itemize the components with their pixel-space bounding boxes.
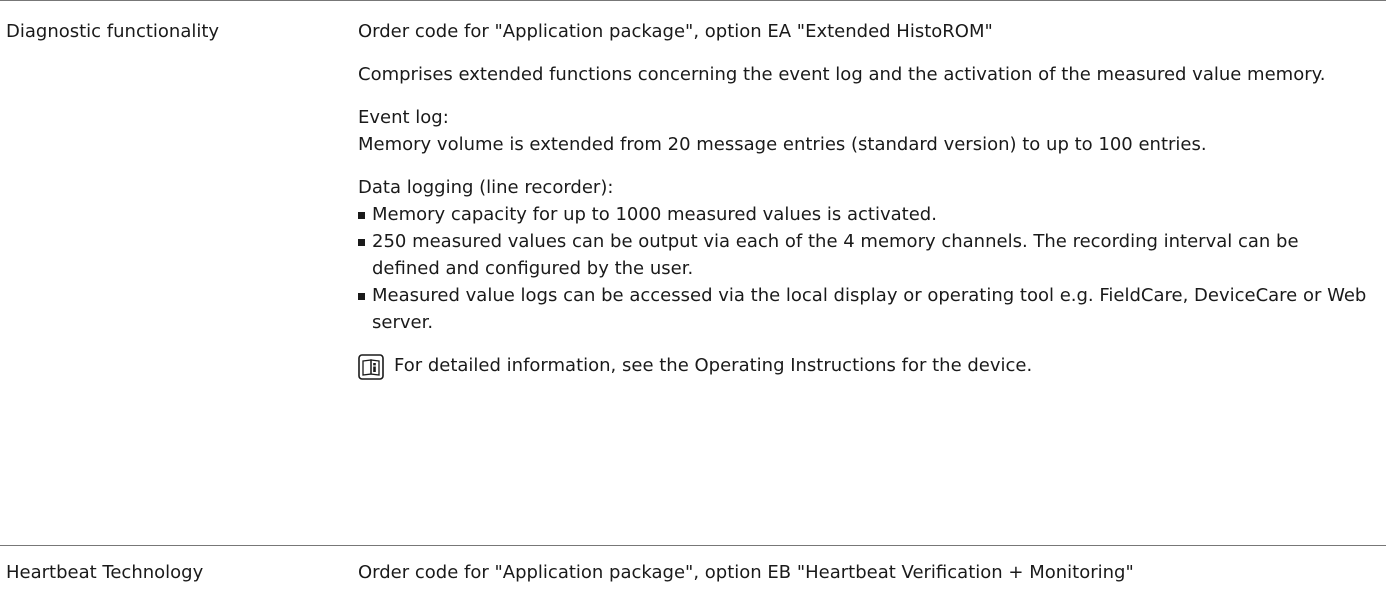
note-text: For detailed information, see the Operat… [394,355,1033,376]
order-code-text: Order code for "Application package", op… [358,21,993,42]
list-item: 250 measured values can be output via ea… [358,228,1368,282]
event-log-heading: Event log: [358,107,449,128]
section-label-diagnostic-functionality: Diagnostic functionality [6,21,220,42]
list-item-text: Memory capacity for up to 1000 measured … [372,204,937,225]
list-item: Measured value logs can be accessed via … [358,282,1368,336]
section-divider [0,545,1386,546]
heartbeat-technology-content: Order code for "Application package", op… [358,559,1368,586]
data-logging-list: Memory capacity for up to 1000 measured … [358,201,1368,336]
book-info-icon [358,354,384,380]
diagnostic-functionality-content: Order code for "Application package", op… [358,18,1368,380]
order-code-text: Order code for "Application package", op… [358,562,1134,583]
top-divider [0,0,1386,1]
list-item-text: 250 measured values can be output via ea… [372,231,1299,279]
bullet-icon [358,239,365,246]
bullet-icon [358,212,365,219]
event-log-paragraph: Memory volume is extended from 20 messag… [358,134,1207,155]
bullet-icon [358,293,365,300]
data-logging-heading: Data logging (line recorder): [358,177,614,198]
section-label-heartbeat-technology: Heartbeat Technology [6,562,204,583]
list-item: Memory capacity for up to 1000 measured … [358,201,1368,228]
reference-note: For detailed information, see the Operat… [358,352,1368,380]
intro-paragraph: Comprises extended functions concerning … [358,64,1326,85]
list-item-text: Measured value logs can be accessed via … [372,285,1367,333]
